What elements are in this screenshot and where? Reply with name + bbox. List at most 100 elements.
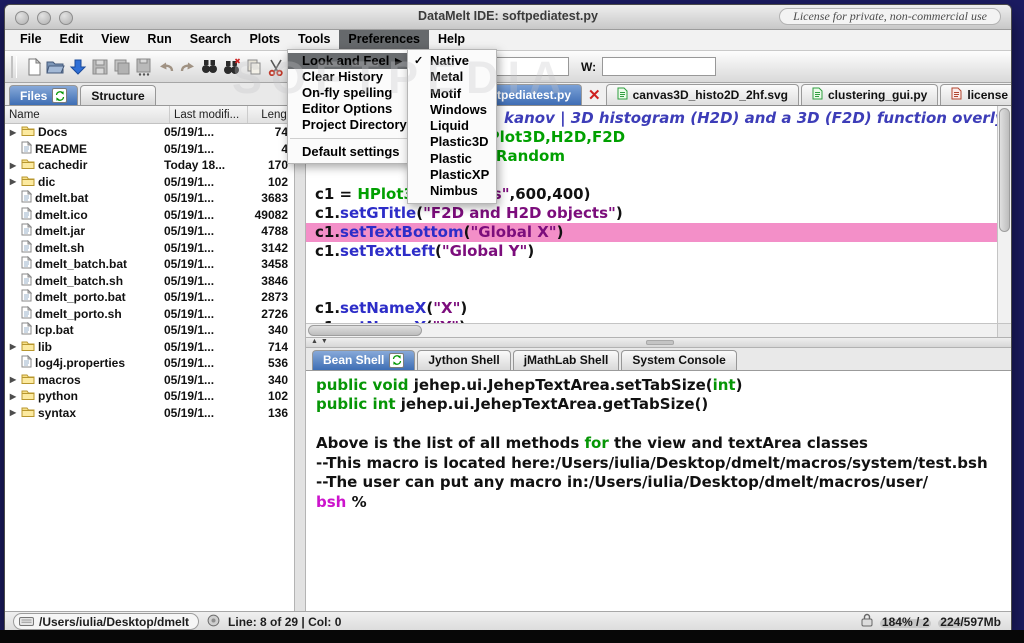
file-table-header[interactable]: NameLast modifi...Lengt <box>5 106 294 124</box>
menu-item-look-and-feel[interactable]: Look and Feel▶ <box>288 53 410 69</box>
submenu-item-plasticxp[interactable]: PlasticXP <box>408 167 496 183</box>
menu-item-project-directory[interactable]: Project Directory <box>288 117 410 133</box>
file-length-cell: 3846 <box>242 274 294 288</box>
shell-tab-bean-shell[interactable]: Bean Shell <box>312 350 415 370</box>
file-row[interactable]: ▶cachedirToday 18...170 <box>5 157 294 174</box>
menu-bar: FileEditViewRunSearchPlotsToolsPreferenc… <box>5 30 1011 51</box>
status-right-group: 184% / 2 224/597Mb <box>861 613 1003 630</box>
file-row[interactable]: README05/19/1...4 <box>5 141 294 158</box>
editor-tab-canvas3d-histo2d-2hf-svg[interactable]: canvas3D_histo2D_2hf.svg <box>606 84 799 105</box>
find-replace-icon[interactable] <box>221 56 242 78</box>
file-row[interactable]: dmelt.jar05/19/1...4788 <box>5 223 294 240</box>
open-folder-icon[interactable] <box>45 56 66 78</box>
submenu-item-plastic[interactable]: Plastic <box>408 151 496 167</box>
shell-tab-jython-shell[interactable]: Jython Shell <box>417 350 510 370</box>
refresh-icon[interactable] <box>52 88 67 103</box>
split-grip[interactable] <box>646 340 674 345</box>
redo-icon[interactable] <box>177 56 198 78</box>
menubar-item-view[interactable]: View <box>92 30 138 50</box>
file-row[interactable]: ▶macros05/19/1...340 <box>5 372 294 389</box>
expand-arrow-icon[interactable]: ▶ <box>8 128 18 137</box>
checkmark-icon: ✓ <box>414 53 423 69</box>
toolbar-grip[interactable] <box>11 56 17 78</box>
menubar-item-tools[interactable]: Tools <box>289 30 339 50</box>
editor-vertical-scrollbar[interactable] <box>997 106 1011 324</box>
horizontal-scroll-thumb[interactable] <box>308 325 422 336</box>
file-row[interactable]: dmelt_batch.bat05/19/1...3458 <box>5 256 294 273</box>
menu-item-clear-history[interactable]: Clear History <box>288 69 410 85</box>
file-row[interactable]: dmelt.bat05/19/1...3683 <box>5 190 294 207</box>
shell-tab-jmathlab-shell[interactable]: jMathLab Shell <box>513 350 620 370</box>
find-icon[interactable] <box>199 56 220 78</box>
submenu-item-metal[interactable]: Metal <box>408 69 496 85</box>
column-header-name[interactable]: Name <box>5 106 170 123</box>
w-input-field[interactable] <box>602 57 716 76</box>
file-row[interactable]: dmelt_porto.sh05/19/1...2726 <box>5 306 294 323</box>
submenu-item-motif[interactable]: Motif <box>408 86 496 102</box>
editor-horizontal-scrollbar[interactable] <box>306 323 998 337</box>
menubar-item-run[interactable]: Run <box>138 30 180 50</box>
file-length-cell: 2873 <box>242 290 294 304</box>
submenu-item-native[interactable]: ✓Native <box>408 53 496 69</box>
menubar-item-preferences[interactable]: Preferences <box>339 30 429 50</box>
green-doc-icon <box>617 87 628 103</box>
console-output[interactable]: public void jehep.ui.JehepTextArea.setTa… <box>306 371 1011 612</box>
copy-icon[interactable] <box>243 56 264 78</box>
expand-arrow-icon[interactable]: ▶ <box>8 375 18 384</box>
shell-tab-system-console[interactable]: System Console <box>621 350 736 370</box>
undo-icon[interactable] <box>155 56 176 78</box>
file-row[interactable]: ▶Docs05/19/1...74 <box>5 124 294 141</box>
file-name-label: lcp.bat <box>35 323 74 337</box>
new-file-icon[interactable] <box>23 56 44 78</box>
close-tab-icon[interactable]: ✕ <box>584 88 606 105</box>
file-row[interactable]: lcp.bat05/19/1...340 <box>5 322 294 339</box>
save-all-icon[interactable] <box>111 56 132 78</box>
column-header-last-modifi-[interactable]: Last modifi... <box>170 106 248 123</box>
settings-knob-icon[interactable] <box>207 614 220 630</box>
menu-item-on-fly-spelling[interactable]: On-fly spelling <box>288 85 410 101</box>
file-row[interactable]: ▶lib05/19/1...714 <box>5 339 294 356</box>
panel-tab-structure[interactable]: Structure <box>80 85 155 105</box>
expand-arrow-icon[interactable]: ▶ <box>8 161 18 170</box>
file-row[interactable]: dmelt.ico05/19/1...49082 <box>5 207 294 224</box>
submenu-item-label: Liquid <box>430 118 469 133</box>
submenu-item-windows[interactable]: Windows <box>408 102 496 118</box>
editor-tab-clustering-gui-py[interactable]: clustering_gui.py <box>801 84 938 105</box>
save-icon[interactable] <box>89 56 110 78</box>
download-icon[interactable] <box>67 56 88 78</box>
menubar-item-help[interactable]: Help <box>429 30 474 50</box>
editor-tab-license[interactable]: license <box>940 84 1012 105</box>
refresh-icon[interactable] <box>389 353 404 368</box>
submenu-item-plastic3d[interactable]: Plastic3D <box>408 134 496 150</box>
horizontal-split-handle[interactable]: ▲▼ <box>306 337 1011 348</box>
file-row[interactable]: dmelt.sh05/19/1...3142 <box>5 240 294 257</box>
panel-tab-files[interactable]: Files <box>9 85 78 105</box>
file-name-cell: lcp.bat <box>5 322 164 338</box>
file-name-cell: dmelt_porto.sh <box>5 306 164 322</box>
menu-item-editor-options[interactable]: Editor Options <box>288 101 410 117</box>
vertical-scroll-thumb[interactable] <box>999 108 1010 232</box>
submenu-item-liquid[interactable]: Liquid <box>408 118 496 134</box>
menubar-item-search[interactable]: Search <box>181 30 241 50</box>
menubar-item-edit[interactable]: Edit <box>51 30 93 50</box>
file-row[interactable]: dmelt_porto.bat05/19/1...2873 <box>5 289 294 306</box>
expand-arrow-icon[interactable]: ▶ <box>8 408 18 417</box>
title-bar[interactable]: DataMelt IDE: softpediatest.py License f… <box>5 5 1011 30</box>
expand-arrow-icon[interactable]: ▶ <box>8 342 18 351</box>
menu-item-default-settings[interactable]: Default settings <box>288 144 410 160</box>
file-row[interactable]: ▶dic05/19/1...102 <box>5 174 294 191</box>
menubar-item-plots[interactable]: Plots <box>240 30 289 50</box>
menu-item-label: Look and Feel <box>302 53 389 69</box>
split-collapse-buttons[interactable]: ▲▼ <box>311 338 331 346</box>
save-as-icon[interactable] <box>133 56 154 78</box>
file-row[interactable]: ▶syntax05/19/1...136 <box>5 405 294 422</box>
file-row[interactable]: log4j.properties05/19/1...536 <box>5 355 294 372</box>
working-directory-path: /Users/iulia/Desktop/dmelt <box>39 615 189 629</box>
submenu-item-nimbus[interactable]: Nimbus <box>408 183 496 199</box>
menubar-item-file[interactable]: File <box>11 30 51 50</box>
file-row[interactable]: ▶python05/19/1...102 <box>5 388 294 405</box>
cut-icon[interactable] <box>265 56 286 78</box>
expand-arrow-icon[interactable]: ▶ <box>8 177 18 186</box>
expand-arrow-icon[interactable]: ▶ <box>8 392 18 401</box>
file-row[interactable]: dmelt_batch.sh05/19/1...3846 <box>5 273 294 290</box>
